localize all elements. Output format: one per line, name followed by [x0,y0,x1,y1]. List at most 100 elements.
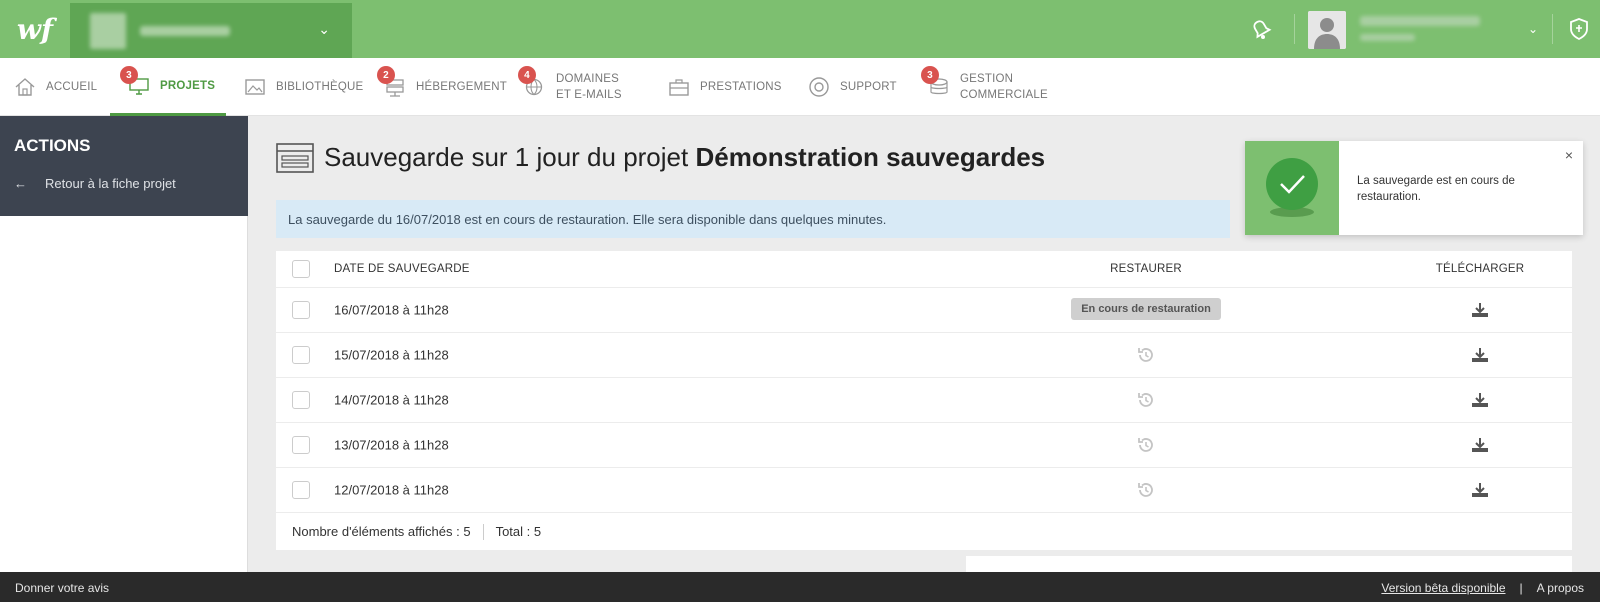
backup-list-icon [276,142,314,173]
project-thumbnail [90,13,126,49]
table-row: 14/07/2018 à 11h28 [276,378,1572,423]
table-row: 15/07/2018 à 11h28 [276,333,1572,378]
back-link-label: Retour à la fiche projet [45,176,176,191]
nav-label-line2: et e-mails [556,89,622,101]
header-date: DATE DE SAUVEGARDE [334,263,470,275]
success-toast: La sauvegarde est en cours de restaurati… [1245,141,1583,235]
nav-item-hebergement[interactable]: 2 Hébergement [377,58,507,116]
download-icon[interactable] [1471,347,1489,363]
user-menu-chevron-icon[interactable]: ⌄ [1528,22,1538,36]
restore-cell [996,333,1296,377]
nav-item-prestations[interactable]: Prestations [668,58,782,116]
nav-item-accueil[interactable]: Accueil [14,58,97,116]
top-bar: wf ⌄ ⌄ [0,0,1600,58]
top-bar-divider [1552,14,1553,44]
feedback-link[interactable]: Donner votre avis [15,581,109,595]
avatar[interactable] [1308,11,1346,49]
actions-title: ACTIONS [14,136,91,155]
nav-label: Gestion commerciale [960,71,1048,103]
restore-history-icon[interactable] [1137,481,1155,499]
actions-panel: ACTIONS ← Retour à la fiche projet [0,116,248,216]
top-bar-divider [1294,14,1295,44]
about-link[interactable]: A propos [1537,581,1584,595]
hebergement-badge: 2 [377,66,395,84]
beta-version-link[interactable]: Version bêta disponible [1381,581,1505,595]
sidebar: ACTIONS ← Retour à la fiche projet [0,116,248,572]
notification-bell-icon[interactable] [1248,16,1274,42]
nav-label: Projets [160,79,216,92]
download-icon[interactable] [1471,482,1489,498]
toast-icon-area [1245,141,1339,235]
nav-item-projets[interactable]: 3 Projets [110,58,226,116]
page-title: Sauvegarde sur 1 jour du projet Démonstr… [276,142,1045,173]
projets-badge: 3 [120,66,138,84]
security-shield-icon[interactable] [1566,16,1592,42]
restore-cell [996,378,1296,422]
download-icon[interactable] [1471,392,1489,408]
footer-divider [482,523,484,540]
gestion-badge: 3 [921,66,939,84]
info-message: La sauvegarde du 16/07/2018 est en cours… [276,200,1230,238]
backup-date: 16/07/2018 à 11h28 [334,302,449,318]
domaines-badge: 4 [518,66,536,84]
nav-label: Bibliothèque [276,81,364,93]
download-cell [1388,288,1572,332]
row-checkbox[interactable] [292,481,310,499]
nav-label-line1: Domaines [556,73,619,85]
check-circle-icon [1266,158,1318,217]
table-footer: Nombre d'éléments affichés : 5 Total : 5 [276,513,1572,550]
download-cell [1388,468,1572,512]
nav-item-support[interactable]: Support [808,58,897,116]
backup-date: 12/07/2018 à 11h28 [334,482,449,498]
table-row: 16/07/2018 à 11h28 En cours de restaurat… [276,288,1572,333]
arrow-left-icon: ← [14,176,27,191]
user-role-blurred [1360,34,1415,41]
table-header: DATE DE SAUVEGARDE RESTAURER TÉLÉCHARGER [276,251,1572,288]
row-checkbox[interactable] [292,436,310,454]
nav-item-gestion-commerciale[interactable]: 3 Gestion commerciale [921,58,1048,116]
download-cell [1388,378,1572,422]
project-selector[interactable]: ⌄ [70,3,352,58]
download-icon[interactable] [1471,437,1489,453]
backup-date: 15/07/2018 à 11h28 [334,347,449,363]
nav-item-domaines[interactable]: 4 Domaines et e-mails [518,58,622,116]
briefcase-icon [669,79,689,96]
row-checkbox[interactable] [292,346,310,364]
restore-history-icon[interactable] [1137,436,1155,454]
items-total-count: Total : 5 [495,524,542,539]
header-download-label: TÉLÉCHARGER [1435,263,1525,275]
nav-label: Support [840,81,897,93]
image-icon [245,79,265,95]
header-download: TÉLÉCHARGER [1388,251,1572,287]
header-restore-label: RESTAURER [1110,263,1182,275]
logo[interactable]: wf [0,0,70,58]
logo-text: wf [16,12,54,46]
table-row: 13/07/2018 à 11h28 [276,423,1572,468]
restore-history-icon[interactable] [1137,391,1155,409]
select-all-checkbox[interactable] [292,260,310,278]
main-nav: Accueil 3 Projets Bibliothèque 2 Héberge… [0,58,1600,116]
lifebuoy-icon [809,77,829,97]
nav-label: Prestations [700,81,782,93]
backup-date: 14/07/2018 à 11h28 [334,392,449,408]
close-icon[interactable]: × [1565,147,1573,163]
backup-table: DATE DE SAUVEGARDE RESTAURER TÉLÉCHARGER… [276,251,1572,550]
nav-item-bibliotheque[interactable]: Bibliothèque [244,58,363,116]
back-to-project-link[interactable]: ← Retour à la fiche projet [14,176,176,191]
items-shown-count: Nombre d'éléments affichés : 5 [292,524,471,539]
title-prefix: Sauvegarde sur 1 jour du projet [324,142,689,172]
restoring-badge: En cours de restauration [1071,298,1221,320]
restore-history-icon[interactable] [1137,346,1155,364]
download-icon[interactable] [1471,302,1489,318]
project-name-blurred [140,26,230,36]
chevron-down-icon: ⌄ [318,21,330,37]
row-checkbox[interactable] [292,301,310,319]
nav-label: Accueil [46,81,98,93]
table-row: 12/07/2018 à 11h28 [276,468,1572,513]
backup-date: 13/07/2018 à 11h28 [334,437,449,453]
restore-cell: En cours de restauration [996,288,1296,332]
nav-label-line1: Gestion [960,73,1014,85]
download-cell [1388,333,1572,377]
bottom-separator: | [1519,581,1523,595]
row-checkbox[interactable] [292,391,310,409]
